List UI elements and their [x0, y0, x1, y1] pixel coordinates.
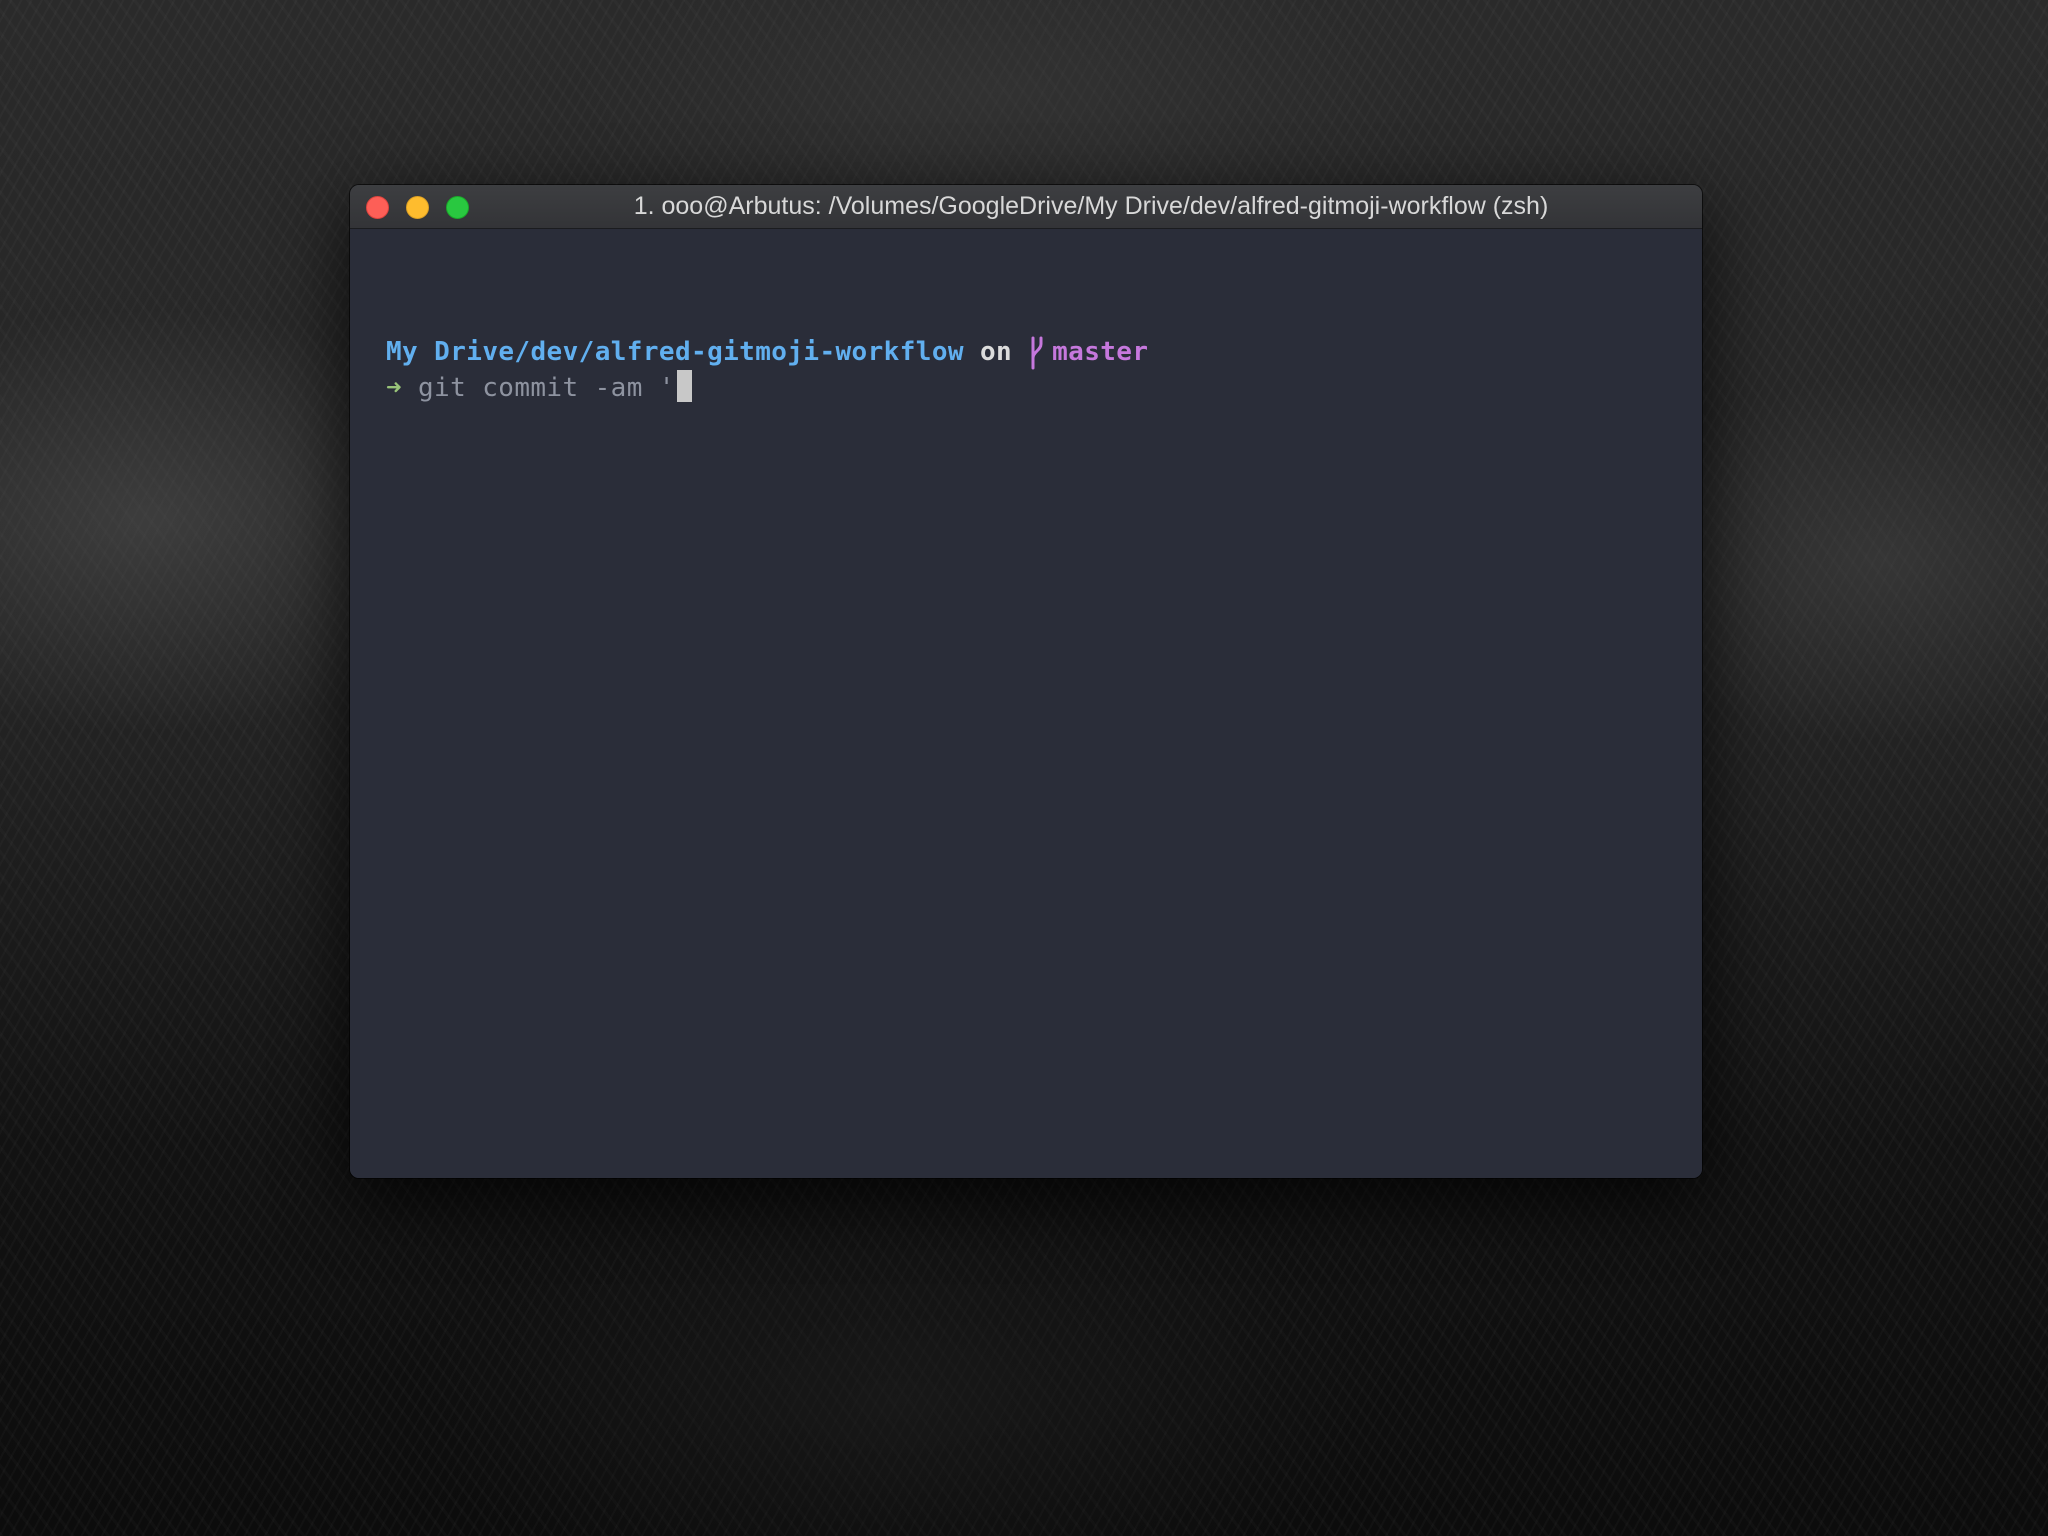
text-cursor: [676, 370, 692, 402]
current-directory: My Drive/dev/alfred-gitmoji-workflow: [386, 337, 964, 367]
command-input[interactable]: git commit -am ': [418, 373, 675, 403]
terminal-content[interactable]: My Drive/dev/alfred-gitmoji-workflow on m…: [350, 229, 1702, 1178]
window-titlebar[interactable]: 1. ooo@Arbutus: /Volumes/GoogleDrive/My …: [350, 185, 1702, 229]
close-window-button[interactable]: [366, 196, 389, 219]
prompt-line: My Drive/dev/alfred-gitmoji-workflow on m…: [386, 334, 1148, 370]
minimize-window-button[interactable]: [406, 196, 429, 219]
terminal-window[interactable]: 1. ooo@Arbutus: /Volumes/GoogleDrive/My …: [350, 185, 1702, 1178]
prompt-arrow-icon: ➜: [386, 373, 403, 403]
prompt-on-text: on: [979, 337, 1013, 367]
zoom-window-button[interactable]: [446, 196, 469, 219]
window-title: 1. ooo@Arbutus: /Volumes/GoogleDrive/My …: [633, 192, 1549, 220]
git-branch-icon: [1031, 336, 1043, 370]
command-line[interactable]: ➜ git commit -am ': [386, 370, 692, 406]
git-branch-name: master: [1052, 337, 1149, 367]
